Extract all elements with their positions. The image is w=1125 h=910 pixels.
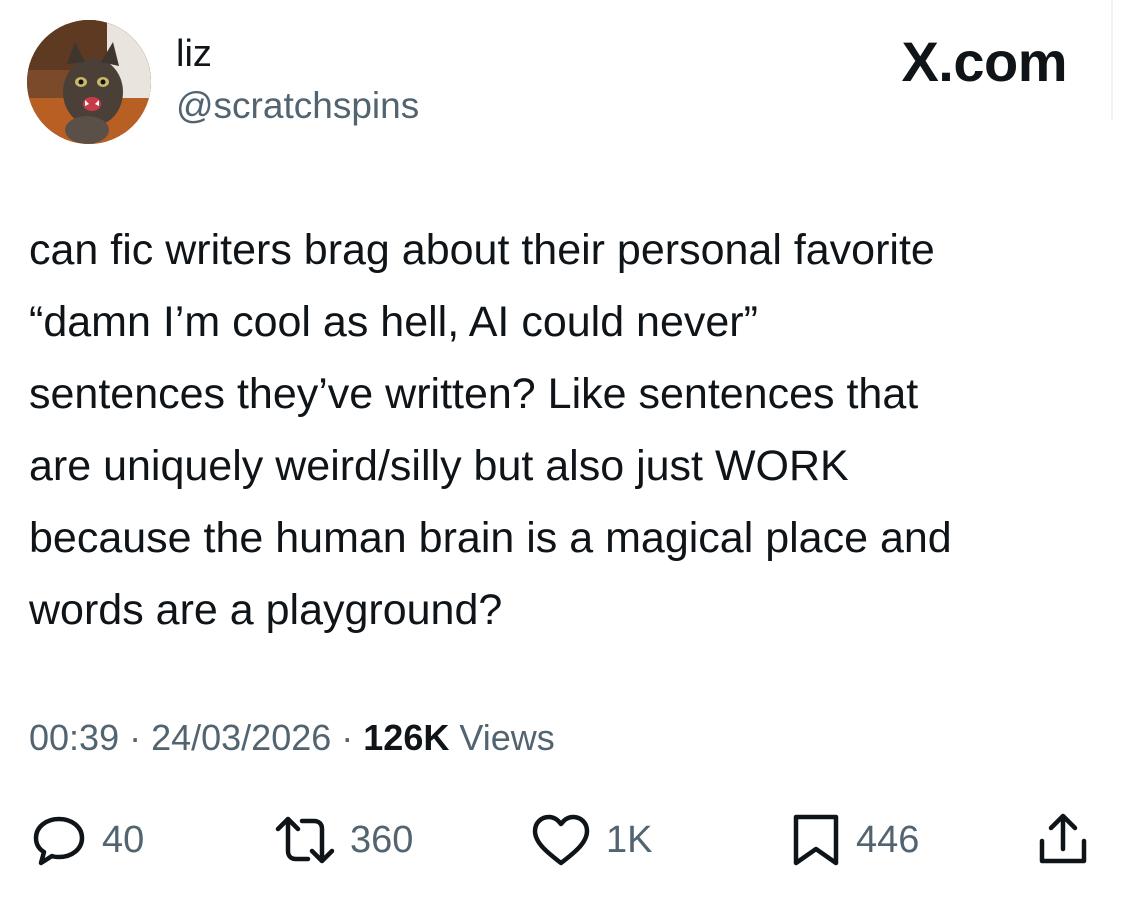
like-button[interactable]: 1K bbox=[530, 810, 652, 870]
repost-arrows-icon bbox=[275, 816, 335, 864]
reply-count: 40 bbox=[102, 818, 145, 861]
action-bar: 40 360 1K 446 bbox=[0, 810, 1125, 870]
heart-icon bbox=[532, 814, 590, 866]
bookmark-button[interactable]: 446 bbox=[790, 810, 919, 870]
bookmark-icon bbox=[793, 814, 839, 866]
author-handle[interactable]: @scratchspins bbox=[176, 84, 419, 128]
share-upload-icon bbox=[1039, 813, 1087, 864]
views-label[interactable]: Views bbox=[459, 717, 554, 758]
tweet-text: can fic writers brag about their persona… bbox=[29, 226, 952, 634]
reply-button[interactable]: 40 bbox=[30, 810, 144, 870]
tweet-time[interactable]: 00:39 bbox=[29, 717, 119, 758]
bookmark-count: 446 bbox=[856, 818, 920, 861]
edge-divider bbox=[1111, 0, 1113, 120]
tweet-card: liz @scratchspins X.com can fic writers … bbox=[0, 0, 1125, 910]
x-com-logo: X.com bbox=[901, 30, 1067, 93]
meta-separator: · bbox=[129, 717, 142, 758]
author-display-name[interactable]: liz bbox=[176, 32, 212, 76]
like-count: 1K bbox=[606, 818, 653, 861]
tweet-meta: 00:39 · 24/03/2026 · 126K Views bbox=[29, 716, 555, 760]
repost-button[interactable]: 360 bbox=[274, 810, 413, 870]
reply-bubble-icon bbox=[33, 816, 85, 866]
share-button[interactable] bbox=[1034, 810, 1092, 870]
views-count[interactable]: 126K bbox=[363, 717, 449, 758]
tweet-date[interactable]: 24/03/2026 bbox=[151, 717, 331, 758]
avatar[interactable] bbox=[27, 20, 151, 144]
repost-count: 360 bbox=[350, 818, 414, 861]
meta-separator: · bbox=[341, 717, 354, 758]
cat-photo-avatar-icon bbox=[27, 20, 151, 144]
